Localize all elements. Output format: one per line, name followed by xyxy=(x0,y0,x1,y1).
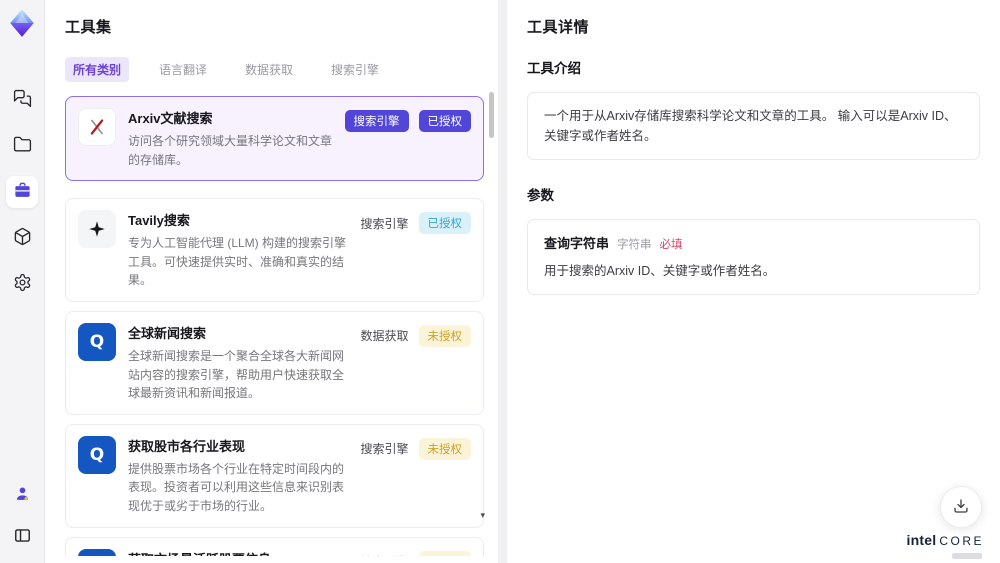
scroll-down-caret: ▾ xyxy=(480,510,485,520)
tool-name: 获取市场最活跃股票信息 xyxy=(128,549,348,556)
app-root: 工具集 所有类别 语言翻译 数据获取 搜索引擎 Arxiv文献搜索 访问各个研究领域大… xyxy=(0,0,1000,563)
chat-icon xyxy=(13,89,32,111)
sidebar-bottom xyxy=(6,479,38,553)
app-logo-icon[interactable] xyxy=(7,8,37,38)
sparkle-icon xyxy=(78,210,116,249)
tool-category-badge: 搜索引擎 xyxy=(360,442,409,457)
sidebar-item-settings[interactable] xyxy=(6,268,38,300)
tools-panel: 工具集 所有类别 语言翻译 数据获取 搜索引擎 Arxiv文献搜索 访问各个研究领域大… xyxy=(45,0,498,563)
arxiv-logo-icon xyxy=(78,108,116,146)
tool-card[interactable]: Q 获取市场最活跃股票信息 提供当天交易量最高的股票列表。投资者可以利用这些信息… xyxy=(65,536,484,556)
sidebar-item-tools[interactable] xyxy=(6,176,38,208)
param-name: 查询字符串 xyxy=(544,236,610,251)
category-tab[interactable]: 数据获取 xyxy=(237,57,301,82)
stock-q-icon: Q xyxy=(78,548,116,556)
tool-status-badge: 未授权 xyxy=(418,437,471,460)
detail-panel: 工具详情 工具介绍 一个用于从Arxiv存储库搜索科学论文和文章的工具。 输入可… xyxy=(507,0,1000,563)
tool-status-badge: 未授权 xyxy=(418,550,471,556)
package-icon xyxy=(13,227,32,249)
tool-card[interactable]: Q 全球新闻搜索 全球新闻搜索是一个聚合全球各大新闻网站内容的搜索引擎，帮助用户… xyxy=(65,310,484,415)
param-description: 用于搜索的Arxiv ID、关键字或作者姓名。 xyxy=(544,264,776,278)
detail-title: 工具详情 xyxy=(527,19,590,36)
core-logo-text: CORE xyxy=(939,534,984,548)
category-tab[interactable]: 搜索引擎 xyxy=(323,57,387,82)
tool-category-badge: 数据获取 xyxy=(360,329,409,344)
news-q-icon: Q xyxy=(78,322,116,361)
list-scrollbar[interactable] xyxy=(489,90,495,552)
stock-q-icon: Q xyxy=(78,435,116,474)
tool-name: 全球新闻搜索 xyxy=(128,325,207,341)
intro-heading: 工具介绍 xyxy=(527,61,581,76)
sidebar-item-files[interactable] xyxy=(6,130,38,162)
tool-card[interactable]: Q 获取股市各行业表现 提供股票市场各个行业在特定时间段内的表现。投资者可以利用… xyxy=(65,423,484,528)
sidebar-item-account[interactable] xyxy=(6,479,38,511)
tool-name: Tavily搜索 xyxy=(128,213,190,229)
intro-box: 一个用于从Arxiv存储库搜索科学论文和文章的工具。 输入可以是Arxiv ID… xyxy=(527,92,980,160)
intel-logo-text: intel xyxy=(906,532,937,548)
panel-divider xyxy=(498,0,507,563)
tool-category-badge: 搜索引擎 xyxy=(344,110,409,132)
category-tab[interactable]: 所有类别 xyxy=(65,57,130,82)
tool-list: Arxiv文献搜索 访问各个研究领域大量科学论文和文章的存储库。 搜索引擎 已授… xyxy=(65,96,498,556)
intro-text: 一个用于从Arxiv存储库搜索科学论文和文章的工具。 输入可以是Arxiv ID… xyxy=(544,109,957,143)
intel-logo-subtext xyxy=(952,553,982,559)
tool-status-badge: 已授权 xyxy=(418,212,471,235)
category-tab[interactable]: 语言翻译 xyxy=(151,57,215,82)
tool-name: 获取股市各行业表现 xyxy=(128,438,246,454)
tool-description: 专为人工智能代理 (LLM) 构建的搜索引擎工具。可快速提供实时、准确和真实的结… xyxy=(128,236,347,288)
folder-icon xyxy=(13,135,32,157)
sidebar-item-chat[interactable] xyxy=(6,84,38,116)
user-icon xyxy=(13,484,32,506)
param-required-badge: 必填 xyxy=(659,239,683,251)
download-button[interactable] xyxy=(940,486,982,528)
sidebar-item-packages[interactable] xyxy=(6,222,38,254)
param-box: 查询字符串 字符串 必填 用于搜索的Arxiv ID、关键字或作者姓名。 xyxy=(527,219,980,295)
param-type: 字符串 xyxy=(617,239,652,251)
gear-icon xyxy=(13,273,32,295)
tool-status-badge: 未授权 xyxy=(418,324,471,347)
sidebar-item-collapse[interactable] xyxy=(6,521,38,553)
scrollbar-thumb[interactable] xyxy=(489,92,494,138)
tool-description: 提供股票市场各个行业在特定时间段内的表现。投资者可以利用这些信息来识别表现优于或… xyxy=(128,461,345,513)
tool-category-badge: 搜索引擎 xyxy=(360,553,408,556)
param-header: 查询字符串 字符串 必填 xyxy=(544,233,963,252)
toolbox-icon xyxy=(13,181,32,203)
page-title: 工具集 xyxy=(65,19,112,36)
download-icon xyxy=(952,497,970,518)
tool-status-badge: 已授权 xyxy=(418,110,471,132)
tool-name: Arxiv文献搜索 xyxy=(128,111,213,126)
tool-description: 访问各个研究领域大量科学论文和文章的存储库。 xyxy=(128,134,333,167)
tool-card[interactable]: Arxiv文献搜索 访问各个研究领域大量科学论文和文章的存储库。 搜索引擎 已授… xyxy=(65,96,484,182)
category-tabs: 所有类别 语言翻译 数据获取 搜索引擎 xyxy=(65,57,498,82)
intel-core-logo: intel CORE xyxy=(907,532,984,559)
tool-category-badge: 搜索引擎 xyxy=(360,216,409,231)
tool-description: 全球新闻搜索是一个聚合全球各大新闻网站内容的搜索引擎，帮助用户快速获取全球最新资… xyxy=(128,348,345,401)
tool-card[interactable]: Tavily搜索 专为人工智能代理 (LLM) 构建的搜索引擎工具。可快速提供实… xyxy=(65,198,484,302)
sidebar xyxy=(0,0,45,563)
params-heading: 参数 xyxy=(527,188,554,203)
panel-toggle-icon xyxy=(13,526,32,548)
sidebar-nav xyxy=(6,84,38,300)
